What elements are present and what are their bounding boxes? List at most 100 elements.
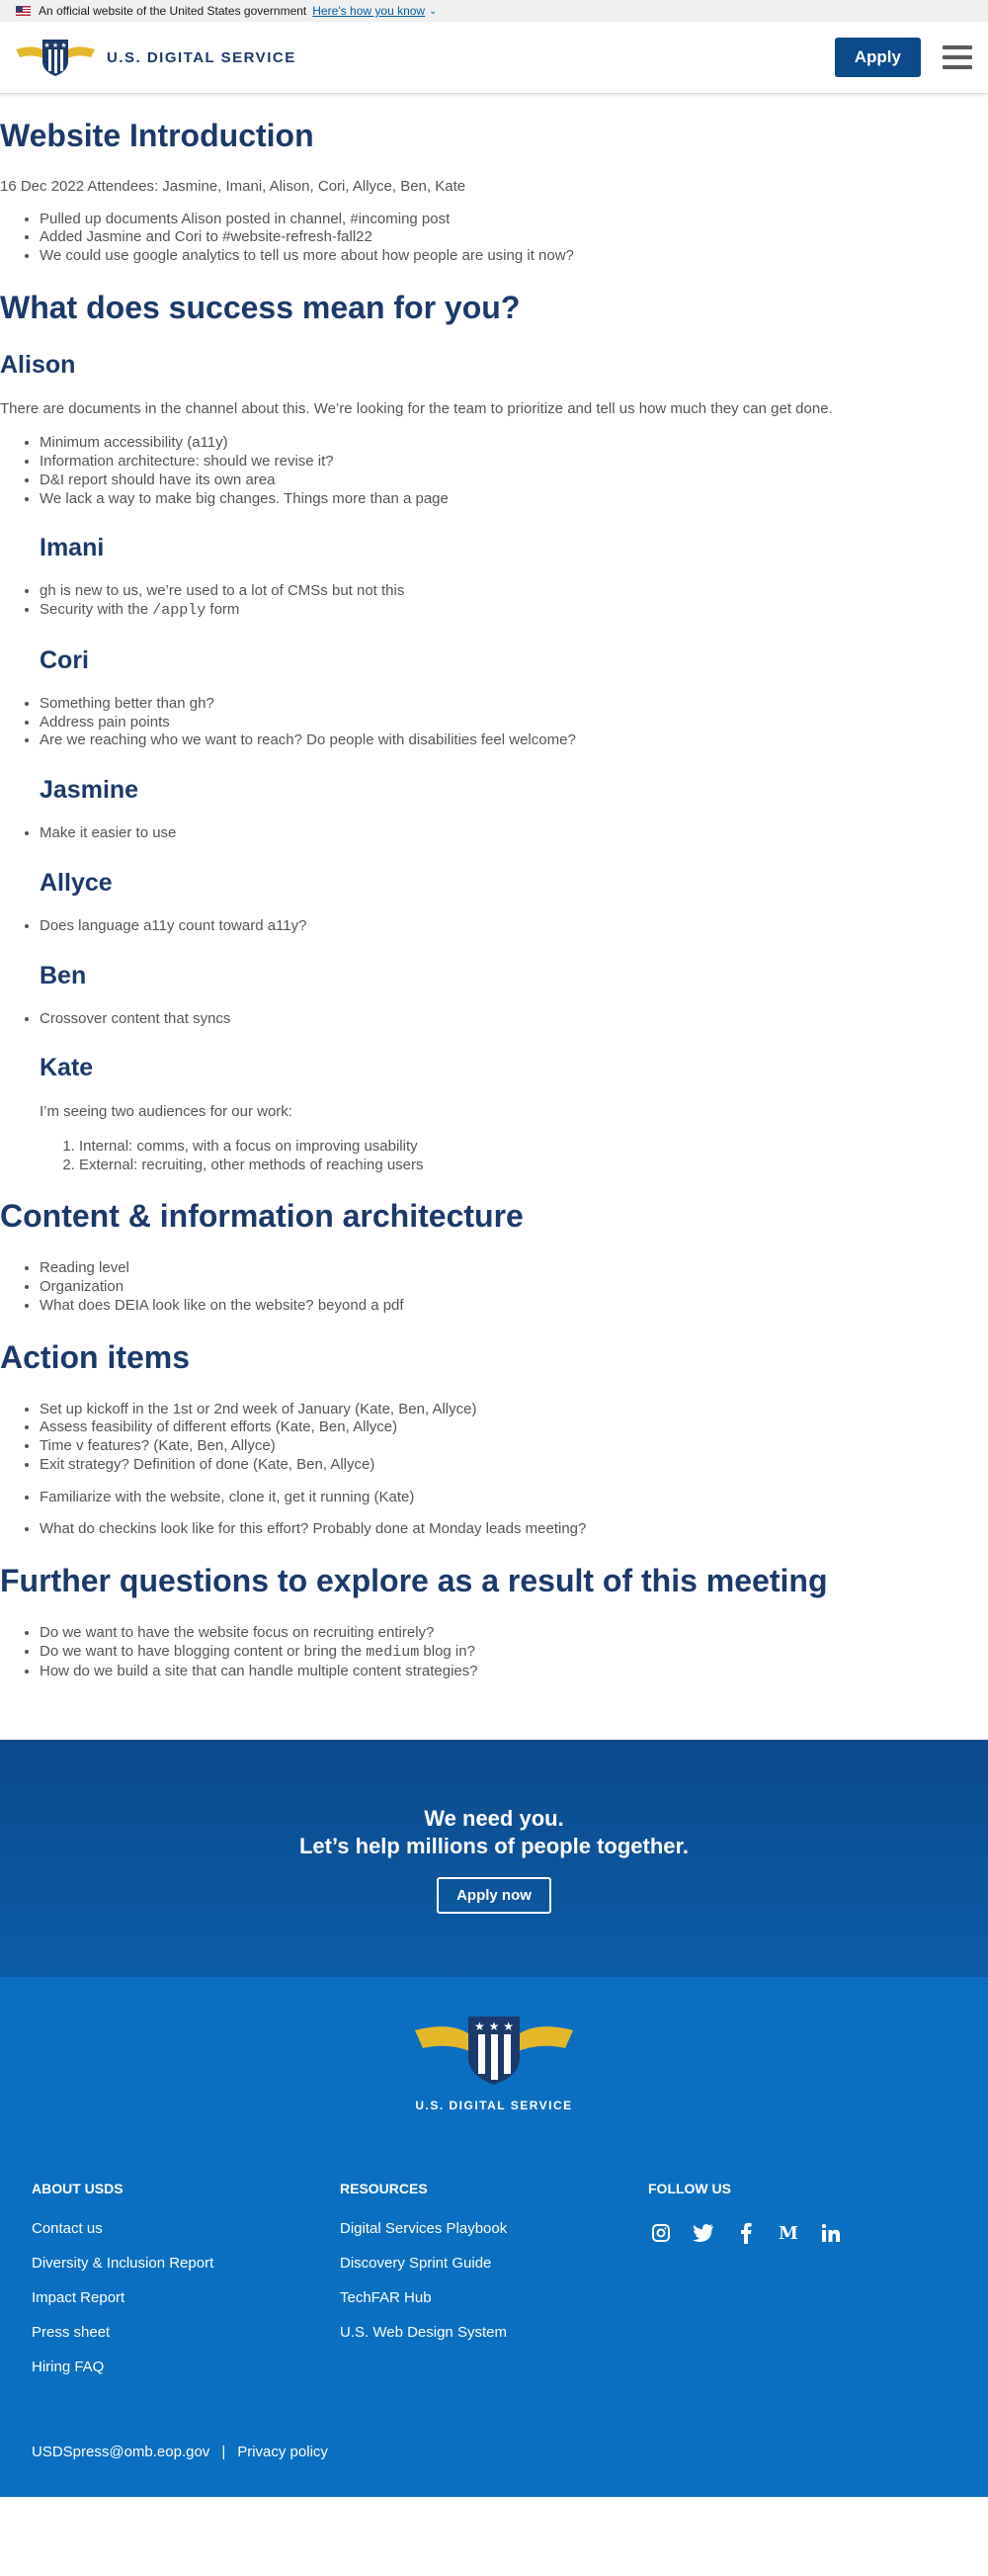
follow-column: FOLLOW US M <box>648 2181 844 2246</box>
footer-bottom: USDSpress@omb.eop.gov | Privacy policy <box>32 2444 328 2460</box>
list-item: Address pain points <box>40 714 988 732</box>
apply-button[interactable]: Apply <box>834 38 921 77</box>
resources-column: RESOURCES Digital Services Playbook Disc… <box>340 2181 507 2359</box>
twitter-icon[interactable] <box>691 2220 716 2246</box>
footer-separator: | <box>221 2444 226 2461</box>
list-item: Do we want to have the website focus on … <box>40 1624 988 1643</box>
footer-logo-text: U.S. DIGITAL SERVICE <box>415 2099 573 2113</box>
kate-list: Internal: comms, with a focus on improvi… <box>0 1138 988 1175</box>
action-list-3: What do checkins look like for this effo… <box>0 1520 988 1539</box>
allyce-heading: Allyce <box>40 868 113 897</box>
success-heading: What does success mean for you? <box>0 289 521 325</box>
facebook-icon[interactable] <box>733 2220 759 2246</box>
press-sheet-link[interactable]: Press sheet <box>32 2324 213 2341</box>
list-item: Something better than gh? <box>40 695 988 714</box>
list-item: Assess feasibility of different efforts … <box>40 1418 988 1437</box>
medium-code: medium <box>366 1643 420 1661</box>
imani-list: gh is new to us, we’re used to a lot of … <box>0 582 988 621</box>
about-heading: ABOUT USDS <box>32 2181 124 2197</box>
alison-text: There are documents in the channel about… <box>0 399 833 417</box>
list-item: External: recruiting, other methods of r… <box>79 1157 988 1175</box>
diversity-report-link[interactable]: Diversity & Inclusion Report <box>32 2255 213 2272</box>
svg-text:★ ★ ★: ★ ★ ★ <box>43 42 66 49</box>
main-content: Website Introduction 16 Dec 2022 Attende… <box>0 94 988 1740</box>
action-list: Set up kickoff in the 1st or 2nd week of… <box>0 1401 988 1475</box>
list-item: What does DEIA look like on the website?… <box>40 1297 988 1316</box>
ben-list: Crossover content that syncs <box>0 1010 988 1029</box>
uswds-link[interactable]: U.S. Web Design System <box>340 2324 507 2341</box>
list-item: Security with the /apply form <box>40 601 988 621</box>
imani-heading: Imani <box>40 534 105 562</box>
cta-section: We need you. Let’s help millions of peop… <box>0 1740 988 1978</box>
jasmine-list: Make it easier to use <box>0 824 988 843</box>
further-heading: Further questions to explore as a result… <box>0 1563 828 1598</box>
list-item: We lack a way to make big changes. Thing… <box>40 490 988 509</box>
instagram-icon[interactable] <box>648 2220 674 2246</box>
official-text: An official website of the United States… <box>39 4 307 18</box>
action-list-2: Familiarize with the website, clone it, … <box>0 1489 988 1507</box>
list-item: Does language a11y count toward a11y? <box>40 917 988 936</box>
apply-now-button[interactable]: Apply now <box>437 1877 551 1915</box>
list-item: How do we build a site that can handle m… <box>40 1663 988 1681</box>
meeting-meta: 16 Dec 2022 Attendees: Jasmine, Imani, A… <box>0 178 466 195</box>
list-item: We could use google analytics to tell us… <box>40 247 988 266</box>
list-item: Internal: comms, with a focus on improvi… <box>79 1138 988 1157</box>
allyce-list: Does language a11y count toward a11y? <box>0 917 988 936</box>
svg-text:★ ★ ★: ★ ★ ★ <box>474 2019 514 2033</box>
cori-heading: Cori <box>40 645 89 674</box>
ben-heading: Ben <box>40 961 87 989</box>
further-list: Do we want to have the website focus on … <box>0 1624 988 1680</box>
gov-banner: An official website of the United States… <box>0 0 988 22</box>
press-email-link[interactable]: USDSpress@omb.eop.gov <box>32 2444 209 2460</box>
impact-report-link[interactable]: Impact Report <box>32 2289 213 2306</box>
list-item: Added Jasmine and Cori to #website-refre… <box>40 228 988 247</box>
techfar-link[interactable]: TechFAR Hub <box>340 2289 507 2306</box>
usds-eagle-shield-icon: ★ ★ ★ <box>415 2017 573 2086</box>
heres-how-you-know-link[interactable]: Here’s how you know <box>312 4 425 18</box>
content-list: Reading level Organization What does DEI… <box>0 1259 988 1315</box>
logo-text: U.S. DIGITAL SERVICE <box>107 48 296 66</box>
kate-heading: Kate <box>40 1054 94 1082</box>
list-item: Exit strategy? Definition of done (Kate,… <box>40 1456 988 1475</box>
playbook-link[interactable]: Digital Services Playbook <box>340 2220 507 2237</box>
list-item: Minimum accessibility (a11y) <box>40 434 988 453</box>
list-item: What do checkins look like for this effo… <box>40 1520 988 1539</box>
footer-logo[interactable]: ★ ★ ★ U.S. DIGITAL SERVICE <box>395 2015 593 2112</box>
cori-list: Something better than gh? Address pain p… <box>0 695 988 750</box>
privacy-policy-link[interactable]: Privacy policy <box>237 2444 328 2460</box>
list-item: Organization <box>40 1278 988 1297</box>
usds-eagle-shield-icon: ★ ★ ★ <box>16 40 95 76</box>
follow-heading: FOLLOW US <box>648 2181 731 2197</box>
list-item: Make it easier to use <box>40 824 988 843</box>
usds-logo[interactable]: ★ ★ ★ U.S. DIGITAL SERVICE <box>16 38 296 77</box>
list-item: Time v features? (Kate, Ben, Allyce) <box>40 1437 988 1456</box>
social-links: M <box>648 2220 844 2246</box>
apply-path-code: /apply <box>152 602 206 619</box>
about-column: ABOUT USDS Contact us Diversity & Inclus… <box>32 2181 213 2393</box>
content-heading: Content & information architecture <box>0 1198 524 1235</box>
kate-text: I’m seeing two audiences for our work: <box>40 1103 292 1121</box>
alison-heading: Alison <box>0 350 76 379</box>
list-item: Information architecture: should we revi… <box>40 453 988 472</box>
alison-list: Minimum accessibility (a11y) Information… <box>0 434 988 508</box>
list-item: Familiarize with the website, clone it, … <box>40 1489 988 1507</box>
linkedin-icon[interactable] <box>818 2220 844 2246</box>
medium-icon[interactable]: M <box>776 2220 801 2246</box>
site-header: ★ ★ ★ U.S. DIGITAL SERVICE Apply <box>0 22 988 94</box>
jasmine-heading: Jasmine <box>40 776 139 804</box>
sprint-guide-link[interactable]: Discovery Sprint Guide <box>340 2255 507 2272</box>
actions-heading: Action items <box>0 1338 191 1375</box>
list-item: Reading level <box>40 1259 988 1278</box>
chevron-down-icon[interactable]: ⌄ <box>429 6 437 17</box>
contact-us-link[interactable]: Contact us <box>32 2220 213 2237</box>
list-item: Do we want to have blogging content or b… <box>40 1643 988 1663</box>
hiring-faq-link[interactable]: Hiring FAQ <box>32 2359 213 2375</box>
list-item: gh is new to us, we’re used to a lot of … <box>40 582 988 601</box>
us-flag-icon <box>16 6 31 16</box>
list-item: Crossover content that syncs <box>40 1010 988 1029</box>
page-title: Website Introduction <box>0 118 314 153</box>
hamburger-menu-icon[interactable] <box>943 45 972 69</box>
cta-line-1: We need you. <box>424 1806 564 1832</box>
list-item: Are we reaching who we want to reach? Do… <box>40 731 988 750</box>
site-footer: ★ ★ ★ U.S. DIGITAL SERVICE ABOUT USDS Co… <box>0 1977 988 2498</box>
